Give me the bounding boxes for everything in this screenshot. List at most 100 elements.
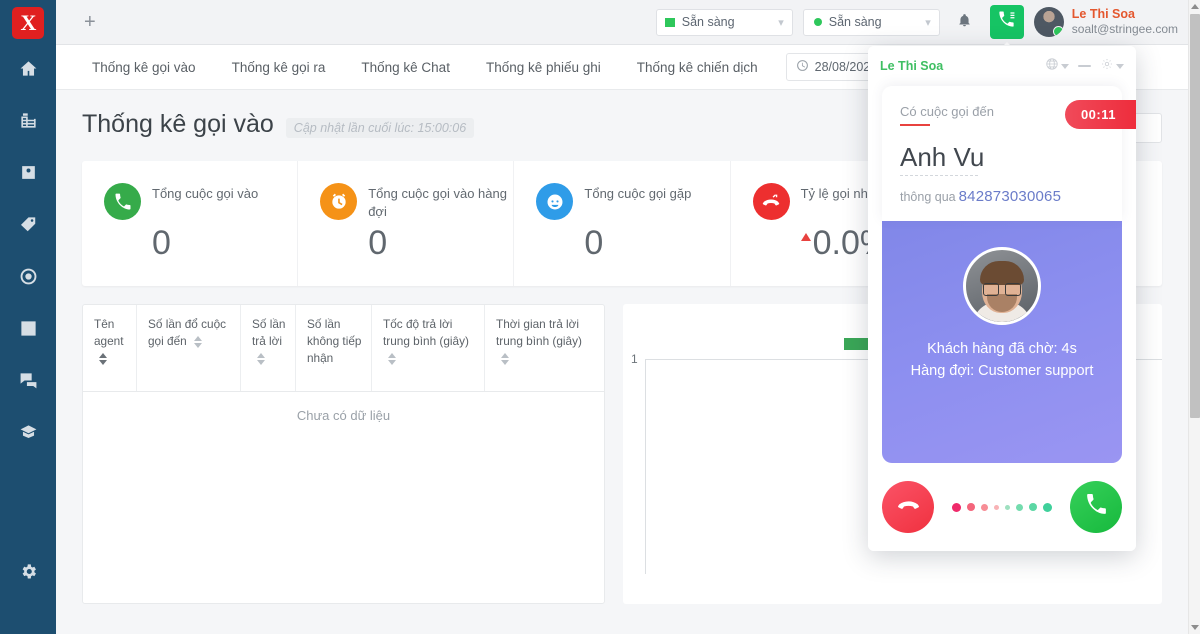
via-prefix: thông qua	[900, 190, 956, 204]
column-label: Tốc độ trả lời trung bình (giây)	[383, 317, 469, 348]
sort-toggle-icon[interactable]	[387, 353, 396, 365]
softphone-toggle-button[interactable]	[990, 5, 1024, 39]
dot	[1029, 503, 1037, 511]
sidebar-item-organization[interactable]	[0, 97, 56, 149]
sidebar-item-tags[interactable]	[0, 201, 56, 253]
sidebar-item-settings[interactable]	[0, 548, 56, 600]
dot	[981, 504, 988, 511]
sidebar-item-knowledge[interactable]	[0, 409, 56, 461]
kpi-total-inbound-calls: Tổng cuộc gọi vào 0	[82, 161, 298, 286]
app-logo[interactable]: X	[0, 0, 56, 45]
kpi-value: 0	[584, 226, 729, 260]
scroll-up-button[interactable]	[1189, 0, 1200, 13]
user-menu[interactable]: Le Thi Soa soalt@stringee.com	[1034, 7, 1178, 38]
chat-status-select[interactable]: Sẵn sàng ▾	[656, 9, 793, 36]
clock-icon	[796, 59, 809, 75]
call-status-select[interactable]: Sẵn sàng ▾	[803, 9, 940, 36]
page-title: Thống kê gọi vào	[82, 110, 274, 139]
table-column-answered[interactable]: Số lần trả lời	[241, 305, 296, 391]
answer-call-button[interactable]	[1070, 481, 1122, 533]
tab-campaigns[interactable]: Thống kê chiến dịch	[619, 60, 776, 75]
smiley-phone-icon	[536, 183, 573, 220]
ringing-underline	[900, 124, 930, 126]
column-label: Tên agent	[94, 317, 124, 348]
sidebar-item-home[interactable]	[0, 45, 56, 97]
bar-chart-icon	[19, 319, 38, 343]
caret-down-icon	[1191, 625, 1199, 630]
page-scrollbar[interactable]	[1188, 0, 1200, 634]
sidebar-item-chat[interactable]	[0, 357, 56, 409]
caller-info-card: Có cuộc gọi đến 00:11 Anh Vu thông qua84…	[882, 86, 1122, 221]
dot	[994, 505, 999, 510]
chevron-down-icon: ▾	[925, 16, 931, 29]
kpi-header: Tổng cuộc gọi vào hàng đợi	[320, 183, 513, 220]
language-selector[interactable]	[1045, 57, 1069, 76]
customer-avatar	[963, 247, 1041, 325]
avatar-glasses	[983, 283, 1021, 294]
notifications-button[interactable]	[950, 7, 980, 37]
user-name: Le Thi Soa	[1072, 7, 1178, 23]
chat-status-icon	[665, 18, 675, 27]
table-empty-state: Chưa có dữ liệu	[83, 392, 604, 440]
top-bar-right-group: Sẵn sàng ▾ Sẵn sàng ▾ Le Thi Soa soalt@s…	[656, 5, 1188, 39]
user-email: soalt@stringee.com	[1072, 22, 1178, 37]
call-status-dot-icon	[814, 18, 822, 26]
bell-icon	[957, 12, 972, 33]
customer-panel: Khách hàng đã chờ: 4s Hàng đợi: Customer…	[882, 221, 1122, 463]
globe-icon	[1045, 57, 1059, 76]
via-line: thông qua842873030065	[900, 188, 1104, 205]
missed-call-icon	[753, 183, 790, 220]
sort-toggle-icon[interactable]	[98, 353, 107, 365]
column-label: Số lần không tiếp nhận	[307, 317, 361, 365]
table-column-avg-answer-time[interactable]: Thời gian trả lời trung bình (giây)	[485, 305, 604, 391]
dot	[1005, 505, 1010, 510]
table-column-agent-name[interactable]: Tên agent	[83, 305, 137, 391]
kpi-header: Tổng cuộc gọi gặp	[536, 183, 729, 220]
call-action-bar	[868, 463, 1136, 551]
kpi-label: Tổng cuộc gọi gặp	[584, 183, 691, 203]
tab-inbound-calls[interactable]: Thống kê gọi vào	[74, 60, 214, 75]
top-bar: + Sẵn sàng ▾ Sẵn sàng ▾ Le Thi Soa	[56, 0, 1188, 45]
popup-settings[interactable]	[1100, 57, 1124, 76]
kpi-value: 0	[152, 226, 297, 260]
sort-toggle-icon[interactable]	[500, 353, 509, 365]
table-column-avg-answer-speed[interactable]: Tốc độ trả lời trung bình (giây)	[372, 305, 485, 391]
dot	[1016, 504, 1023, 511]
chevron-down-icon	[1116, 64, 1124, 69]
table-column-offered-calls[interactable]: Số lần đổ cuộc gọi đến	[137, 305, 241, 391]
tab-outbound-calls[interactable]: Thống kê gọi ra	[214, 60, 344, 75]
popup-agent-name: Le Thi Soa	[880, 59, 943, 73]
caller-name-underline	[900, 175, 978, 176]
chart-y-axis	[645, 359, 646, 574]
tab-chat[interactable]: Thống kê Chat	[343, 60, 468, 75]
dot	[952, 503, 961, 512]
customer-info: Khách hàng đã chờ: 4s Hàng đợi: Customer…	[911, 338, 1094, 383]
kpi-label: Tổng cuộc gọi vào hàng đợi	[368, 183, 513, 220]
gear-icon	[1100, 57, 1114, 76]
sidebar-item-reports[interactable]	[0, 305, 56, 357]
sort-toggle-icon[interactable]	[194, 336, 203, 348]
scrollbar-thumb[interactable]	[1190, 14, 1200, 418]
sidebar-item-contacts[interactable]	[0, 149, 56, 201]
kpi-answered-calls: Tổng cuộc gọi gặp 0	[514, 161, 730, 286]
agent-stats-table: Tên agent Số lần đổ cuộc gọi đến Số lần …	[82, 304, 605, 604]
scroll-down-button[interactable]	[1189, 621, 1200, 634]
table-column-unanswered[interactable]: Số lần không tiếp nhận	[296, 305, 372, 391]
call-timer: 00:11	[1065, 100, 1136, 129]
via-number: 842873030065	[959, 188, 1062, 205]
hangup-icon	[896, 492, 921, 522]
incoming-call-popup: Le Thi Soa Có cuộc gọi đến 00:11 Anh Vu	[868, 46, 1136, 551]
call-progress-dots	[952, 503, 1052, 512]
popup-tools	[1045, 57, 1124, 76]
phone-icon	[997, 10, 1016, 34]
home-icon	[19, 59, 38, 83]
sidebar-item-campaign[interactable]	[0, 253, 56, 305]
logo-mark: X	[12, 7, 44, 39]
chart-y-tick: 1	[631, 352, 638, 366]
table-header-row: Tên agent Số lần đổ cuộc gọi đến Số lần …	[83, 305, 604, 392]
minimize-button[interactable]	[1078, 65, 1091, 67]
sort-toggle-icon[interactable]	[256, 353, 265, 365]
tab-tickets[interactable]: Thống kê phiếu ghi	[468, 60, 619, 75]
new-tab-button[interactable]: +	[84, 12, 96, 32]
decline-call-button[interactable]	[882, 481, 934, 533]
